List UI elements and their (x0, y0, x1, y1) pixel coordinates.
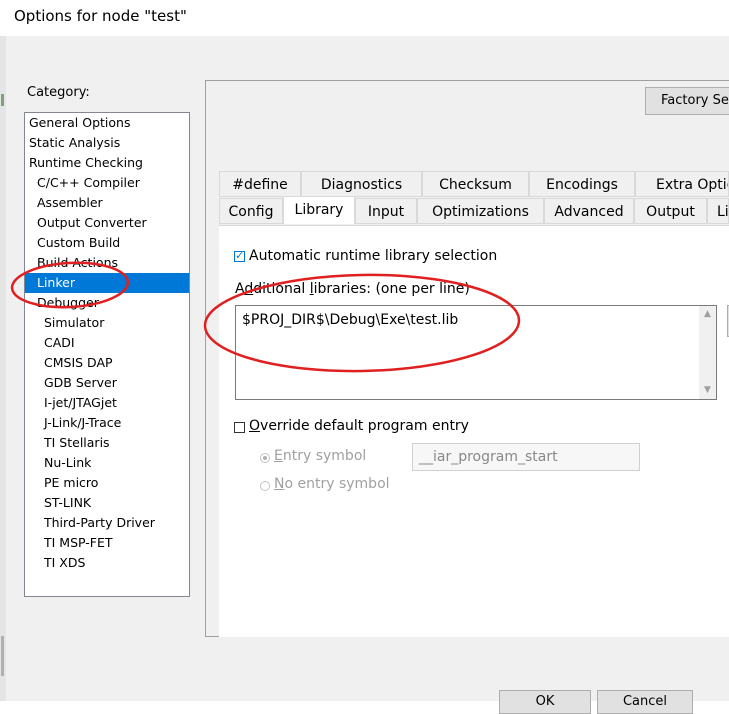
tab-checksum[interactable]: Checksum (422, 171, 529, 197)
override-entry-label: Override default program entry (249, 418, 469, 434)
title-bar: Options for node "test" (0, 0, 729, 36)
category-label: Category: (27, 85, 90, 100)
category-item-custom-build[interactable]: Custom Build (25, 233, 189, 253)
scroll-up-icon[interactable]: ▲ (699, 306, 716, 323)
tab-encodings[interactable]: Encodings (529, 171, 635, 197)
entry-symbol-radio[interactable] (260, 453, 270, 463)
category-item-assembler[interactable]: Assembler (25, 193, 189, 213)
tab-define[interactable]: #define (219, 171, 301, 197)
tab-optimizations[interactable]: Optimizations (417, 198, 544, 224)
category-item-static-analysis[interactable]: Static Analysis (25, 133, 189, 153)
tab-diagnostics[interactable]: Diagnostics (301, 171, 422, 197)
category-item-build-actions[interactable]: Build Actions (25, 253, 189, 273)
entry-symbol-input[interactable]: __iar_program_start (412, 443, 640, 471)
cancel-button[interactable]: Cancel (597, 690, 693, 714)
category-item-nu-link[interactable]: Nu-Link (25, 453, 189, 473)
category-item-jlink[interactable]: J-Link/J-Trace (25, 413, 189, 433)
tab-library[interactable]: Library (283, 196, 355, 224)
window-title: Options for node "test" (14, 7, 187, 25)
additional-libraries-label: Additional libraries: (one per line) (235, 281, 470, 297)
category-item-cmsis-dap[interactable]: CMSIS DAP (25, 353, 189, 373)
category-item-runtime-checking[interactable]: Runtime Checking (25, 153, 189, 173)
edge-mark (1, 94, 4, 106)
auto-runtime-label: Automatic runtime library selection (249, 248, 498, 264)
additional-libraries-textarea[interactable]: $PROJ_DIR$\Debug\Exe\test.lib ▲ ▼ (235, 305, 717, 400)
scroll-down-icon[interactable]: ▼ (699, 382, 716, 399)
category-item-st-link[interactable]: ST-LINK (25, 493, 189, 513)
category-item-ti-xds[interactable]: TI XDS (25, 553, 189, 573)
category-item-general-options[interactable]: General Options (25, 113, 189, 133)
category-item-pe-micro[interactable]: PE micro (25, 473, 189, 493)
tab-config[interactable]: Config (219, 198, 283, 224)
edge-mark (1, 636, 4, 676)
category-item-cadi[interactable]: CADI (25, 333, 189, 353)
category-item-simulator[interactable]: Simulator (25, 313, 189, 333)
no-entry-symbol-radio[interactable] (260, 481, 270, 491)
category-item-gdb-server[interactable]: GDB Server (25, 373, 189, 393)
entry-symbol-label: Entry symbol (274, 448, 367, 464)
additional-libraries-value: $PROJ_DIR$\Debug\Exe\test.lib (242, 312, 459, 328)
ok-button[interactable]: OK (499, 690, 591, 714)
tab-list[interactable]: Li (707, 198, 729, 224)
tab-input[interactable]: Input (355, 198, 417, 224)
no-entry-symbol-label: No entry symbol (274, 476, 390, 492)
category-item-third-party-driver[interactable]: Third-Party Driver (25, 513, 189, 533)
category-list[interactable]: General Options Static Analysis Runtime … (24, 112, 190, 597)
category-item-output-converter[interactable]: Output Converter (25, 213, 189, 233)
category-item-debugger[interactable]: Debugger (25, 293, 189, 313)
auto-runtime-checkbox[interactable] (234, 249, 245, 262)
factory-settings-button[interactable]: Factory Set (645, 87, 729, 115)
tab-output[interactable]: Output (634, 198, 707, 224)
tab-advanced[interactable]: Advanced (544, 198, 634, 224)
category-item-ti-stellaris[interactable]: TI Stellaris (25, 433, 189, 453)
textarea-scrollbar[interactable]: ▲ ▼ (699, 306, 716, 399)
override-entry-checkbox[interactable] (234, 422, 245, 433)
category-item-ijet[interactable]: I-jet/JTAGjet (25, 393, 189, 413)
category-item-linker[interactable]: Linker (25, 273, 189, 293)
entry-symbol-value: __iar_program_start (419, 449, 558, 465)
category-item-cpp-compiler[interactable]: C/C++ Compiler (25, 173, 189, 193)
tab-extra-options[interactable]: Extra Optio (635, 171, 729, 197)
category-item-ti-msp-fet[interactable]: TI MSP-FET (25, 533, 189, 553)
